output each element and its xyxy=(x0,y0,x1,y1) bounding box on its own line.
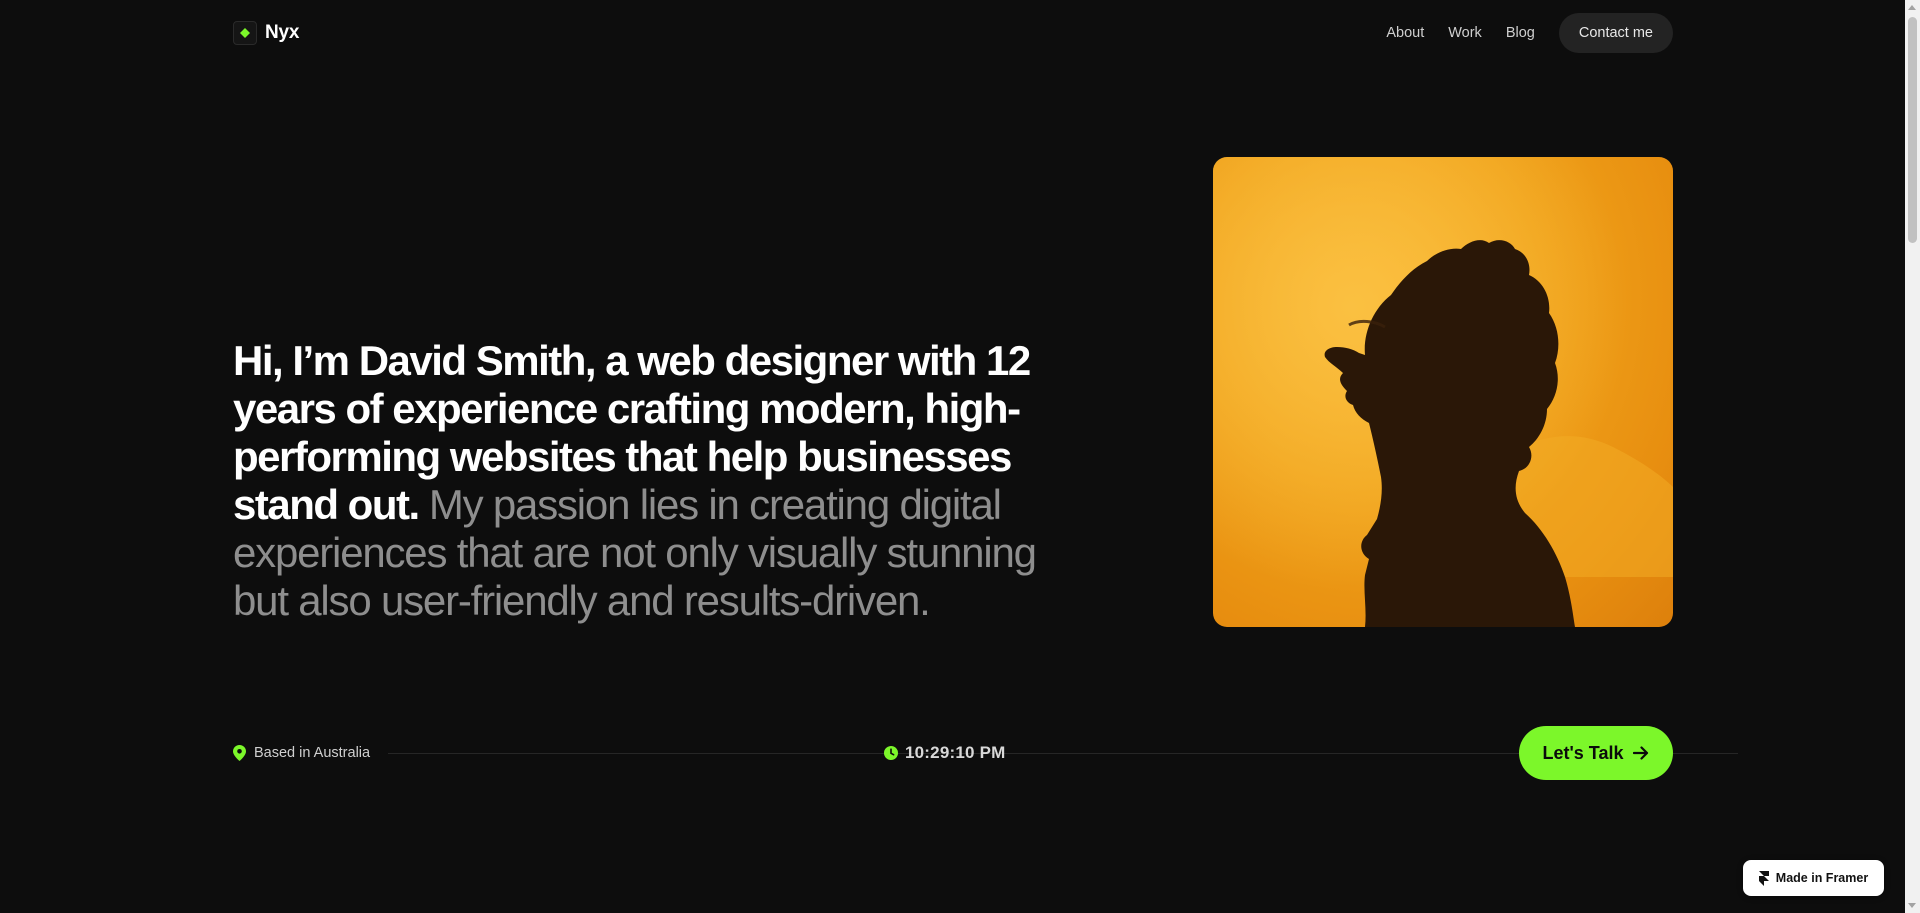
time-text: 10:29:10 PM xyxy=(905,743,1006,762)
location: Based in Australia xyxy=(233,726,370,780)
top-nav: Nyx About Work Blog Contact me xyxy=(233,13,1673,53)
scroll-thumb[interactable] xyxy=(1908,17,1917,243)
brand-name: Nyx xyxy=(265,22,300,43)
made-in-framer-label: Made in Framer xyxy=(1775,871,1869,885)
scroll-down-icon[interactable] xyxy=(1908,903,1916,908)
local-time: 10:29:10 PM xyxy=(884,726,1005,780)
page: Nyx About Work Blog Contact me Hi, I’m D… xyxy=(0,0,1920,913)
page-scrollbar[interactable] xyxy=(1905,0,1920,913)
nav-links: About Work Blog Contact me xyxy=(1386,13,1673,53)
scroll-up-icon[interactable] xyxy=(1908,5,1916,10)
lets-talk-label: Let's Talk xyxy=(1542,742,1624,763)
contact-me-button[interactable]: Contact me xyxy=(1558,13,1673,53)
nav-link-about[interactable]: About xyxy=(1386,25,1424,41)
lets-talk-button[interactable]: Let's Talk xyxy=(1519,726,1673,780)
location-pin-icon xyxy=(233,745,246,761)
diamond-icon xyxy=(233,21,257,45)
silhouette-portrait xyxy=(1213,157,1673,627)
info-strip: Based in Australia 10:29:10 PM Let's Tal… xyxy=(233,726,1738,780)
hero-headline: Hi, I’m David Smith, a web designer with… xyxy=(233,337,1053,625)
made-in-framer-badge[interactable]: Made in Framer xyxy=(1743,860,1884,896)
location-text: Based in Australia xyxy=(254,745,371,761)
portrait-image xyxy=(1213,157,1673,627)
nav-link-work[interactable]: Work xyxy=(1448,25,1482,41)
clock-icon xyxy=(884,746,898,760)
framer-logo-icon xyxy=(1758,870,1769,886)
brand[interactable]: Nyx xyxy=(233,21,299,45)
arrow-right-icon xyxy=(1633,746,1649,760)
nav-link-blog[interactable]: Blog xyxy=(1506,25,1535,41)
